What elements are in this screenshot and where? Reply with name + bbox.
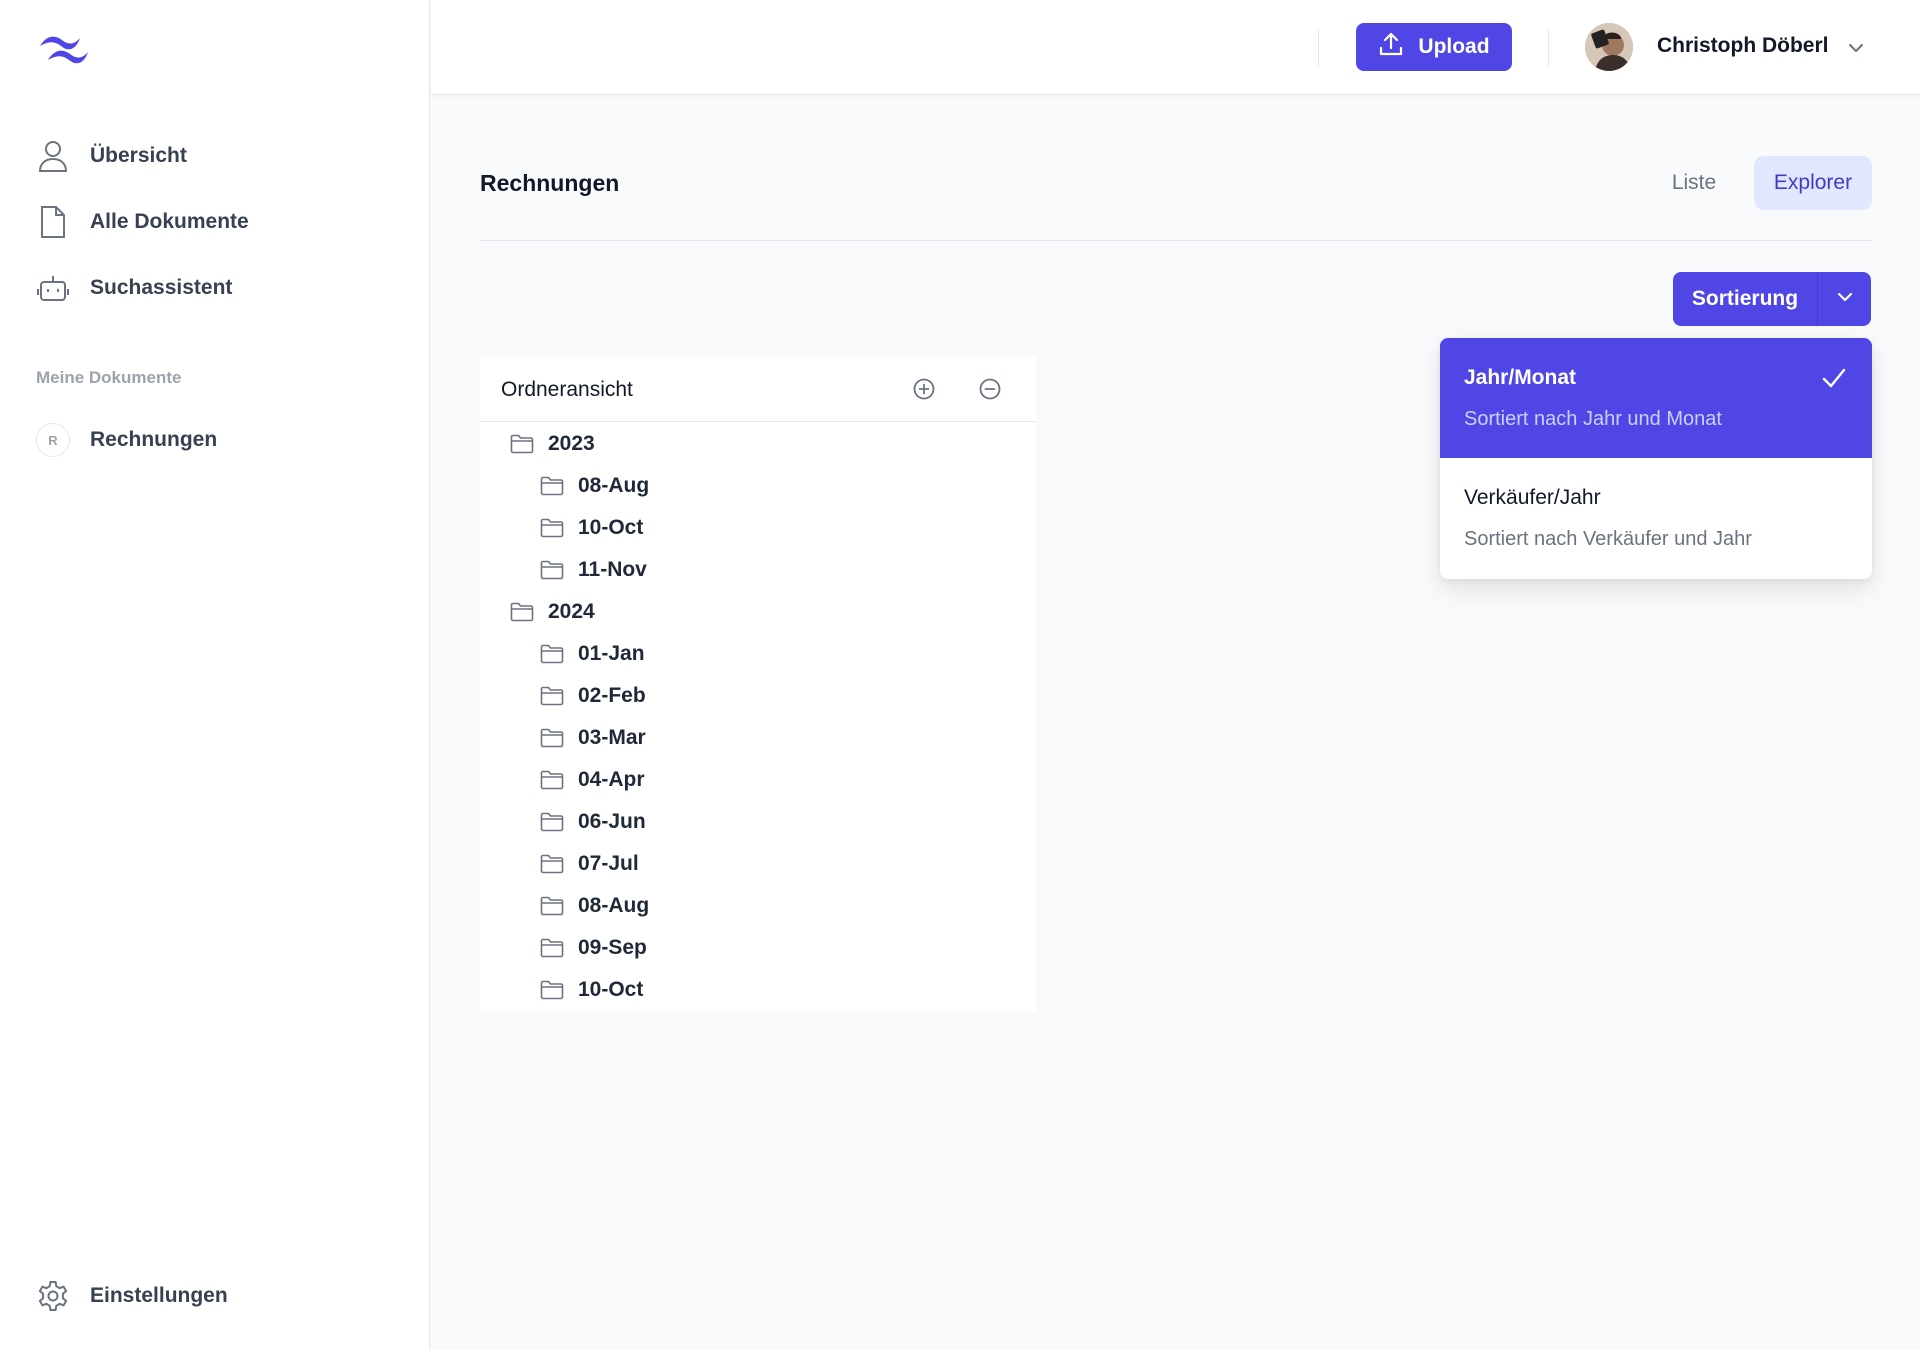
folder-label: 09-Sep xyxy=(578,936,647,959)
folder-icon xyxy=(540,979,564,1001)
folder-icon xyxy=(540,727,564,749)
folder-month-item[interactable]: 06-Jun xyxy=(540,805,646,839)
sidebar-item-invoices[interactable]: R Rechnungen xyxy=(36,420,217,460)
folder-tree-header: Ordneransicht xyxy=(480,356,1036,422)
sidebar: Übersicht Alle Dokumente Suchassistent M… xyxy=(0,0,430,1350)
folder-label: 02-Feb xyxy=(578,684,646,707)
folder-icon xyxy=(540,517,564,539)
tailwind-logo-icon[interactable] xyxy=(36,28,92,68)
folder-month-item[interactable]: 03-Mar xyxy=(540,721,646,755)
folder-icon xyxy=(510,601,534,623)
sort-button[interactable]: Sortierung xyxy=(1673,272,1817,326)
collapse-all-icon[interactable] xyxy=(978,377,1002,401)
robot-icon xyxy=(36,271,70,305)
folder-label: 07-Jul xyxy=(578,852,639,875)
folder-month-item[interactable]: 10-Oct xyxy=(540,973,643,1007)
sidebar-item-overview[interactable]: Übersicht xyxy=(36,136,187,176)
folder-month-item[interactable]: 09-Sep xyxy=(540,931,647,965)
sidebar-item-label: Suchassistent xyxy=(90,276,233,299)
top-header: Upload Christoph Döberl xyxy=(431,0,1920,95)
folder-year-item[interactable]: 2024 xyxy=(510,595,595,629)
folder-label: 03-Mar xyxy=(578,726,646,749)
sort-option-title: Verkäufer/Jahr xyxy=(1464,486,1601,509)
sidebar-item-label: Rechnungen xyxy=(90,428,218,451)
sort-option-vendor-year[interactable]: Verkäufer/Jahr Sortiert nach Verkäufer u… xyxy=(1440,458,1872,578)
folder-icon xyxy=(540,811,564,833)
page-title: Rechnungen xyxy=(480,170,620,196)
chevron-down-icon xyxy=(1835,287,1855,312)
sidebar-item-search-assistant[interactable]: Suchassistent xyxy=(36,268,232,308)
folder-icon xyxy=(540,559,564,581)
folder-tree-panel: Ordneransicht 2023 08-Aug 10-Oct 11-Nov 2024… xyxy=(480,356,1036,1011)
folder-label: 10-Oct xyxy=(578,978,644,1001)
folder-label: 08-Aug xyxy=(578,894,650,917)
folder-icon xyxy=(540,643,564,665)
sort-button-group: Sortierung xyxy=(1673,272,1871,326)
folder-icon xyxy=(540,895,564,917)
folder-month-item[interactable]: 01-Jan xyxy=(540,637,645,671)
folder-month-item[interactable]: 08-Aug xyxy=(540,889,649,923)
upload-button[interactable]: Upload xyxy=(1356,23,1512,71)
folder-month-item[interactable]: 11-Nov xyxy=(540,553,647,587)
folder-month-item[interactable]: 08-Aug xyxy=(540,469,649,503)
avatar[interactable] xyxy=(1585,23,1633,71)
chevron-down-icon[interactable] xyxy=(1846,38,1866,58)
folder-icon xyxy=(540,769,564,791)
sidebar-item-label: Alle Dokumente xyxy=(90,210,249,233)
upload-icon xyxy=(1378,31,1404,63)
sort-menu-toggle[interactable] xyxy=(1817,272,1871,326)
folder-icon xyxy=(540,853,564,875)
title-divider xyxy=(480,240,1872,241)
sort-dropdown-menu: Jahr/Monat Sortiert nach Jahr und Monat … xyxy=(1440,338,1872,579)
folder-icon xyxy=(510,433,534,455)
tab-explorer[interactable]: Explorer xyxy=(1754,156,1872,210)
folder-month-item[interactable]: 07-Jul xyxy=(540,847,639,881)
folder-month-item[interactable]: 04-Apr xyxy=(540,763,645,797)
sidebar-item-label: Übersicht xyxy=(90,144,187,167)
user-icon xyxy=(36,139,70,173)
section-label-my-documents: Meine Dokumente xyxy=(36,368,182,387)
folder-month-item[interactable]: 10-Oct xyxy=(540,511,643,545)
sidebar-item-label: Einstellungen xyxy=(90,1284,228,1307)
folder-label: 06-Jun xyxy=(578,810,646,833)
folder-icon xyxy=(540,937,564,959)
folder-month-item[interactable]: 02-Feb xyxy=(540,679,646,713)
header-divider xyxy=(1548,30,1549,66)
folder-label: 11-Nov xyxy=(578,558,647,581)
user-name[interactable]: Christoph Döberl xyxy=(1657,34,1829,58)
sort-option-year-month[interactable]: Jahr/Monat Sortiert nach Jahr und Monat xyxy=(1440,338,1872,458)
folder-label: 08-Aug xyxy=(578,474,650,497)
upload-button-label: Upload xyxy=(1418,35,1490,58)
sort-option-description: Sortiert nach Jahr und Monat xyxy=(1464,408,1722,430)
sidebar-item-settings[interactable]: Einstellungen xyxy=(36,1276,228,1316)
folder-icon xyxy=(540,685,564,707)
sidebar-item-all-documents[interactable]: Alle Dokumente xyxy=(36,202,249,242)
folder-label: 04-Apr xyxy=(578,768,645,791)
gear-icon xyxy=(36,1279,70,1313)
checkmark-icon xyxy=(1820,364,1848,392)
folder-year-item[interactable]: 2023 xyxy=(510,427,595,461)
folder-initial-badge: R xyxy=(36,423,70,457)
folder-label: 2024 xyxy=(548,600,595,623)
expand-all-icon[interactable] xyxy=(912,377,936,401)
header-divider xyxy=(1318,30,1319,66)
sort-option-title: Jahr/Monat xyxy=(1464,366,1577,389)
folder-label: 2023 xyxy=(548,432,595,455)
sort-option-description: Sortiert nach Verkäufer und Jahr xyxy=(1464,528,1752,550)
folder-label: 10-Oct xyxy=(578,516,644,539)
folder-label: 01-Jan xyxy=(578,642,645,665)
folder-icon xyxy=(540,475,564,497)
document-icon xyxy=(36,205,70,239)
folder-tree-title: Ordneransicht xyxy=(501,378,633,401)
tab-list[interactable]: Liste xyxy=(1646,156,1742,210)
